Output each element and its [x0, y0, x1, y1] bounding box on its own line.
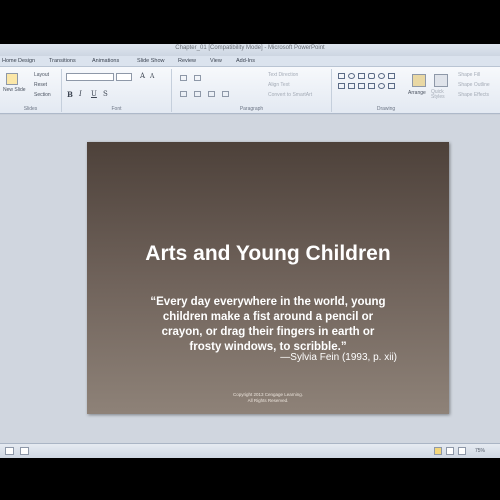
- more-shapes-icon[interactable]: [388, 83, 395, 89]
- tab-transitions[interactable]: Transitions: [49, 58, 76, 64]
- ribbon: New Slide Layout Reset Section Slides A …: [0, 67, 500, 114]
- grow-font-icon[interactable]: A: [140, 72, 145, 80]
- arrow-shape-icon[interactable]: [338, 83, 345, 89]
- quote-attribution: —Sylvia Fein (1993, p. xii): [280, 352, 397, 363]
- status-bar: 75%: [0, 443, 500, 458]
- powerpoint-window: Chapter_01 [Compatibility Mode] - Micros…: [0, 44, 500, 458]
- copyright-line: All Rights Reserved.: [247, 398, 289, 403]
- reading-view-icon[interactable]: [458, 447, 466, 455]
- tab-slide-show[interactable]: Slide Show: [137, 58, 165, 64]
- tab-view[interactable]: View: [210, 58, 222, 64]
- star-shape-icon[interactable]: [368, 83, 375, 89]
- underline-button[interactable]: U: [91, 90, 97, 98]
- quote-line: “Every day everywhere in the world, youn…: [150, 296, 386, 308]
- font-name-box[interactable]: [66, 73, 114, 81]
- tab-animations[interactable]: Animations: [92, 58, 119, 64]
- normal-view-icon[interactable]: [434, 447, 442, 455]
- rectangle-shape-icon[interactable]: [338, 73, 345, 79]
- line-shape-icon[interactable]: [358, 73, 365, 79]
- quote-line: children make a fist around a pencil or: [162, 311, 374, 323]
- arrange-button[interactable]: Arrange: [408, 90, 426, 96]
- quote-line: crayon, or drag their fingers in earth o…: [161, 326, 375, 338]
- quick-styles-button[interactable]: Quick Styles: [431, 90, 453, 100]
- brace-shape-icon[interactable]: [378, 83, 385, 89]
- slide-workspace: Arts and Young Children “Every day every…: [0, 115, 500, 443]
- shape-effects-button[interactable]: Shape Effects: [458, 92, 489, 98]
- align-left-icon[interactable]: [180, 91, 187, 97]
- drawing-group-label: Drawing: [376, 106, 396, 112]
- italic-button[interactable]: I: [79, 90, 82, 98]
- paragraph-group: Text Direction Align Text Convert to Sma…: [172, 69, 332, 112]
- tab-home[interactable]: Home: [2, 58, 17, 64]
- title-bar: Chapter_01 [Compatibility Mode] - Micros…: [0, 44, 500, 56]
- triangle-shape-icon[interactable]: [358, 83, 365, 89]
- ribbon-tabs: Home Design Transitions Animations Slide…: [0, 56, 500, 67]
- layout-button[interactable]: Layout: [34, 72, 49, 78]
- align-center-icon[interactable]: [194, 91, 201, 97]
- tab-add-ins[interactable]: Add-Ins: [236, 58, 255, 64]
- spellcheck-icon[interactable]: [20, 447, 29, 455]
- connector-shape-icon[interactable]: [348, 83, 355, 89]
- section-button[interactable]: Section: [34, 92, 51, 98]
- zoom-level[interactable]: 75%: [475, 448, 485, 454]
- slide-sorter-icon[interactable]: [446, 447, 454, 455]
- convert-smartart-button[interactable]: Convert to SmartArt: [268, 92, 312, 98]
- slides-group: New Slide Layout Reset Section Slides: [0, 69, 62, 112]
- numbering-icon[interactable]: [194, 75, 201, 81]
- font-size-box[interactable]: [116, 73, 132, 81]
- new-slide-button[interactable]: New Slide: [3, 87, 26, 93]
- paragraph-group-label: Paragraph: [239, 106, 264, 112]
- shape-outline-button[interactable]: Shape Outline: [458, 82, 490, 88]
- bullets-icon[interactable]: [180, 75, 187, 81]
- strike-button[interactable]: S: [103, 90, 108, 98]
- callout-shape-icon[interactable]: [388, 73, 395, 79]
- quick-styles-icon[interactable]: [434, 74, 448, 87]
- window-title: Chapter_01 [Compatibility Mode] - Micros…: [175, 45, 325, 51]
- reset-button[interactable]: Reset: [34, 82, 47, 88]
- new-slide-icon[interactable]: [6, 73, 18, 85]
- font-group-label: Font: [111, 106, 122, 112]
- font-group: A A B I U S Font: [62, 69, 172, 112]
- tab-review[interactable]: Review: [178, 58, 196, 64]
- arrange-icon[interactable]: [412, 74, 426, 87]
- align-text-button[interactable]: Align Text: [268, 82, 290, 88]
- rounded-rect-shape-icon[interactable]: [368, 73, 375, 79]
- slide-quote[interactable]: “Every day everywhere in the world, youn…: [137, 295, 399, 355]
- text-direction-button[interactable]: Text Direction: [268, 72, 298, 78]
- circle-shape-icon[interactable]: [378, 73, 385, 79]
- justify-icon[interactable]: [222, 91, 229, 97]
- slides-group-label: Slides: [23, 106, 38, 112]
- oval-shape-icon[interactable]: [348, 73, 355, 79]
- bold-button[interactable]: B: [67, 90, 73, 99]
- align-right-icon[interactable]: [208, 91, 215, 97]
- tab-design[interactable]: Design: [18, 58, 35, 64]
- drawing-group: Arrange Quick Styles Shape Fill Shape Ou…: [332, 69, 500, 112]
- shape-fill-button[interactable]: Shape Fill: [458, 72, 480, 78]
- slide-canvas[interactable]: Arts and Young Children “Every day every…: [87, 142, 449, 414]
- shrink-font-icon[interactable]: A: [150, 73, 154, 80]
- slide-title[interactable]: Arts and Young Children: [87, 242, 449, 266]
- slide-indicator-icon: [5, 447, 14, 455]
- copyright-notice: Copyright 2013 Cengage Learning. All Rig…: [87, 392, 449, 404]
